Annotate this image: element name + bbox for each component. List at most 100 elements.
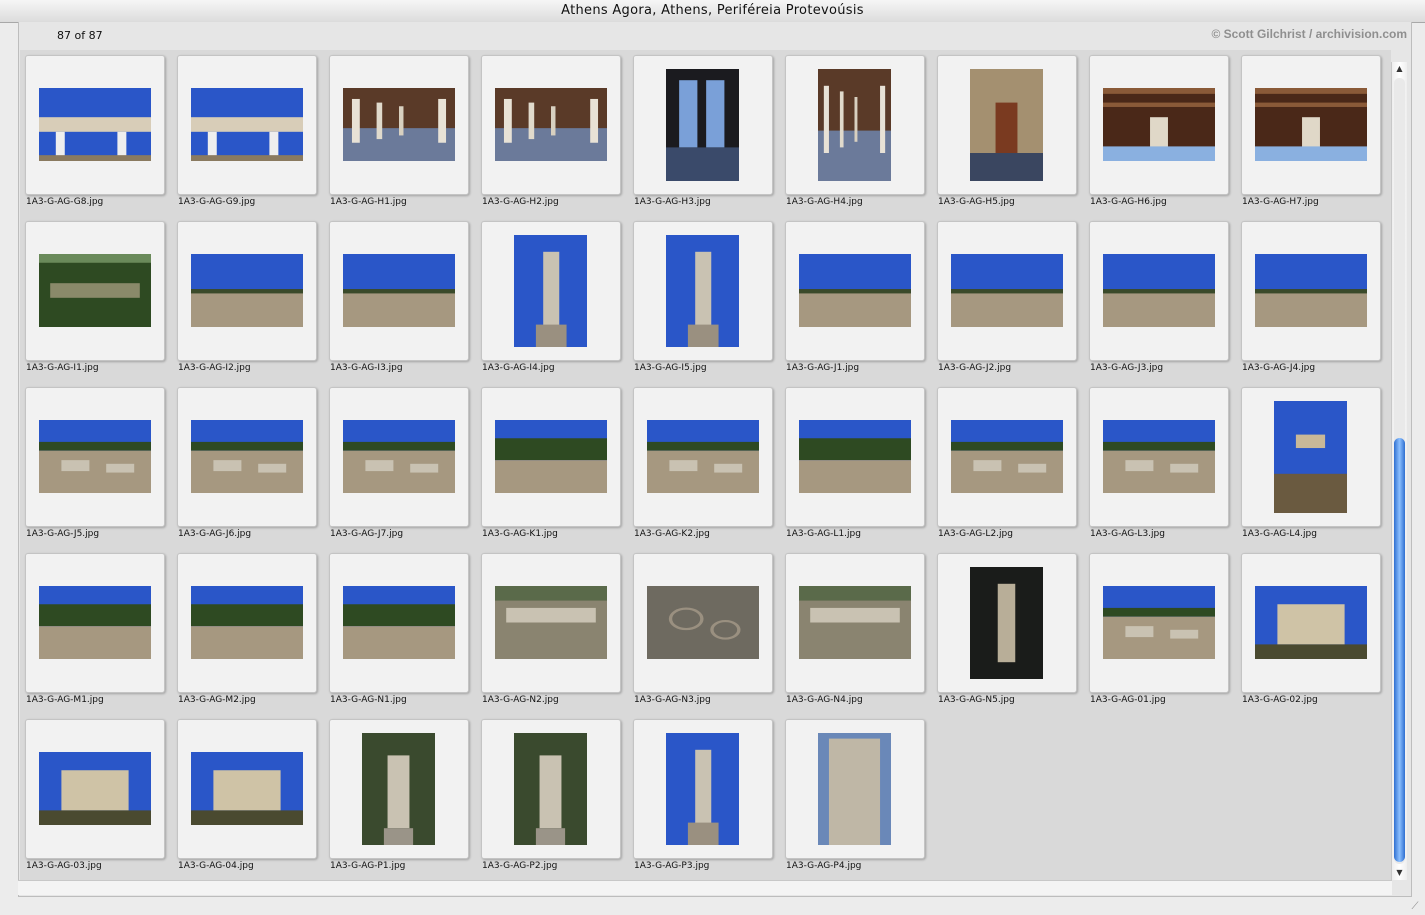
thumbnail-frame[interactable] — [481, 387, 621, 527]
thumbnail-frame[interactable] — [785, 387, 925, 527]
thumbnail-image[interactable] — [1103, 254, 1215, 327]
thumbnail-frame[interactable] — [1089, 387, 1229, 527]
thumbnail-frame[interactable] — [937, 55, 1077, 195]
thumbnail-item[interactable]: 1A3-G-AG-J4.jpg — [1236, 216, 1388, 382]
thumbnail-item[interactable]: 1A3-G-AG-J2.jpg — [932, 216, 1084, 382]
thumbnail-item[interactable]: 1A3-G-AG-H5.jpg — [932, 50, 1084, 216]
thumbnail-item[interactable]: 1A3-G-AG-P4.jpg — [780, 714, 932, 880]
thumbnail-image[interactable] — [666, 69, 739, 181]
thumbnail-frame[interactable] — [937, 553, 1077, 693]
thumbnail-image[interactable] — [666, 733, 739, 845]
thumbnail-image[interactable] — [39, 752, 151, 825]
thumbnail-frame[interactable] — [1241, 387, 1381, 527]
thumbnail-item[interactable]: 1A3-G-AG-J1.jpg — [780, 216, 932, 382]
thumbnail-item[interactable]: 1A3-G-AG-L2.jpg — [932, 382, 1084, 548]
thumbnail-image[interactable] — [343, 586, 455, 659]
thumbnail-image[interactable] — [191, 88, 303, 161]
thumbnail-frame[interactable] — [177, 387, 317, 527]
thumbnail-frame[interactable] — [25, 221, 165, 361]
thumbnail-item[interactable]: 1A3-G-AG-H3.jpg — [628, 50, 780, 216]
thumbnail-item[interactable]: 1A3-G-AG-H4.jpg — [780, 50, 932, 216]
thumbnail-item[interactable]: 1A3-G-AG-H7.jpg — [1236, 50, 1388, 216]
thumbnail-frame[interactable] — [25, 387, 165, 527]
thumbnail-image[interactable] — [951, 254, 1063, 327]
thumbnail-frame[interactable] — [785, 55, 925, 195]
thumbnail-item[interactable]: 1A3-G-AG-I2.jpg — [172, 216, 324, 382]
thumbnail-frame[interactable] — [785, 553, 925, 693]
thumbnail-image[interactable] — [799, 420, 911, 493]
thumbnail-frame[interactable] — [785, 719, 925, 859]
thumbnail-frame[interactable] — [937, 387, 1077, 527]
thumbnail-item[interactable]: 1A3-G-AG-G8.jpg — [20, 50, 172, 216]
thumbnail-frame[interactable] — [177, 55, 317, 195]
thumbnail-image[interactable] — [343, 88, 455, 161]
thumbnail-item[interactable]: 1A3-G-AG-M2.jpg — [172, 548, 324, 714]
thumbnail-image[interactable] — [647, 420, 759, 493]
thumbnail-image[interactable] — [514, 235, 587, 347]
thumbnail-item[interactable]: 1A3-G-AG-L4.jpg — [1236, 382, 1388, 548]
thumbnail-image[interactable] — [191, 420, 303, 493]
thumbnail-image[interactable] — [1255, 586, 1367, 659]
thumbnail-item[interactable]: 1A3-G-AG-I3.jpg — [324, 216, 476, 382]
thumbnail-frame[interactable] — [1089, 55, 1229, 195]
thumbnail-image[interactable] — [495, 88, 607, 161]
thumbnail-frame[interactable] — [25, 55, 165, 195]
thumbnail-image[interactable] — [343, 254, 455, 327]
thumbnail-item[interactable]: 1A3-G-AG-K2.jpg — [628, 382, 780, 548]
thumbnail-item[interactable]: 1A3-G-AG-H2.jpg — [476, 50, 628, 216]
thumbnail-item[interactable]: 1A3-G-AG-N5.jpg — [932, 548, 1084, 714]
thumbnail-frame[interactable] — [481, 55, 621, 195]
thumbnail-image[interactable] — [191, 586, 303, 659]
thumbnail-item[interactable]: 1A3-G-AG-01.jpg — [1084, 548, 1236, 714]
thumbnail-frame[interactable] — [633, 553, 773, 693]
thumbnail-image[interactable] — [39, 88, 151, 161]
thumbnail-frame[interactable] — [633, 221, 773, 361]
thumbnail-image[interactable] — [951, 420, 1063, 493]
thumbnail-image[interactable] — [647, 586, 759, 659]
thumbnail-item[interactable]: 1A3-G-AG-J7.jpg — [324, 382, 476, 548]
thumbnail-image[interactable] — [970, 567, 1043, 679]
thumbnail-frame[interactable] — [329, 719, 469, 859]
thumbnail-item[interactable]: 1A3-G-AG-02.jpg — [1236, 548, 1388, 714]
thumbnail-frame[interactable] — [329, 221, 469, 361]
thumbnail-item[interactable]: 1A3-G-AG-N4.jpg — [780, 548, 932, 714]
thumbnail-image[interactable] — [799, 254, 911, 327]
thumbnail-image[interactable] — [191, 752, 303, 825]
thumbnail-frame[interactable] — [633, 387, 773, 527]
thumbnail-item[interactable]: 1A3-G-AG-P3.jpg — [628, 714, 780, 880]
thumbnail-image[interactable] — [1255, 88, 1367, 161]
thumbnail-frame[interactable] — [177, 553, 317, 693]
thumbnail-frame[interactable] — [1089, 553, 1229, 693]
thumbnail-frame[interactable] — [329, 553, 469, 693]
thumbnail-item[interactable]: 1A3-G-AG-L1.jpg — [780, 382, 932, 548]
thumbnail-item[interactable]: 1A3-G-AG-N2.jpg — [476, 548, 628, 714]
thumbnail-frame[interactable] — [1241, 553, 1381, 693]
scroll-up-arrow-icon[interactable]: ▲ — [1392, 62, 1407, 76]
thumbnail-item[interactable]: 1A3-G-AG-L3.jpg — [1084, 382, 1236, 548]
thumbnail-item[interactable]: 1A3-G-AG-N1.jpg — [324, 548, 476, 714]
thumbnail-item[interactable]: 1A3-G-AG-J5.jpg — [20, 382, 172, 548]
thumbnail-item[interactable]: 1A3-G-AG-I4.jpg — [476, 216, 628, 382]
thumbnail-frame[interactable] — [1089, 221, 1229, 361]
thumbnail-item[interactable]: 1A3-G-AG-I1.jpg — [20, 216, 172, 382]
thumbnail-frame[interactable] — [177, 221, 317, 361]
thumbnail-frame[interactable] — [633, 55, 773, 195]
thumbnail-item[interactable]: 1A3-G-AG-K1.jpg — [476, 382, 628, 548]
thumbnail-item[interactable]: 1A3-G-AG-J3.jpg — [1084, 216, 1236, 382]
thumbnail-image[interactable] — [343, 420, 455, 493]
thumbnail-frame[interactable] — [329, 387, 469, 527]
thumbnail-image[interactable] — [39, 420, 151, 493]
thumbnail-item[interactable]: 1A3-G-AG-H6.jpg — [1084, 50, 1236, 216]
vertical-scrollbar[interactable]: ▲ ▼ — [1391, 62, 1407, 880]
thumbnail-image[interactable] — [970, 69, 1043, 181]
thumbnail-item[interactable]: 1A3-G-AG-J6.jpg — [172, 382, 324, 548]
thumbnail-item[interactable]: 1A3-G-AG-P1.jpg — [324, 714, 476, 880]
thumbnail-item[interactable]: 1A3-G-AG-G9.jpg — [172, 50, 324, 216]
thumbnail-item[interactable]: 1A3-G-AG-M1.jpg — [20, 548, 172, 714]
thumbnail-item[interactable]: 1A3-G-AG-P2.jpg — [476, 714, 628, 880]
thumbnail-frame[interactable] — [25, 553, 165, 693]
thumbnail-image[interactable] — [818, 733, 891, 845]
thumbnail-image[interactable] — [495, 586, 607, 659]
thumbnail-item[interactable]: 1A3-G-AG-H1.jpg — [324, 50, 476, 216]
thumbnail-image[interactable] — [362, 733, 435, 845]
